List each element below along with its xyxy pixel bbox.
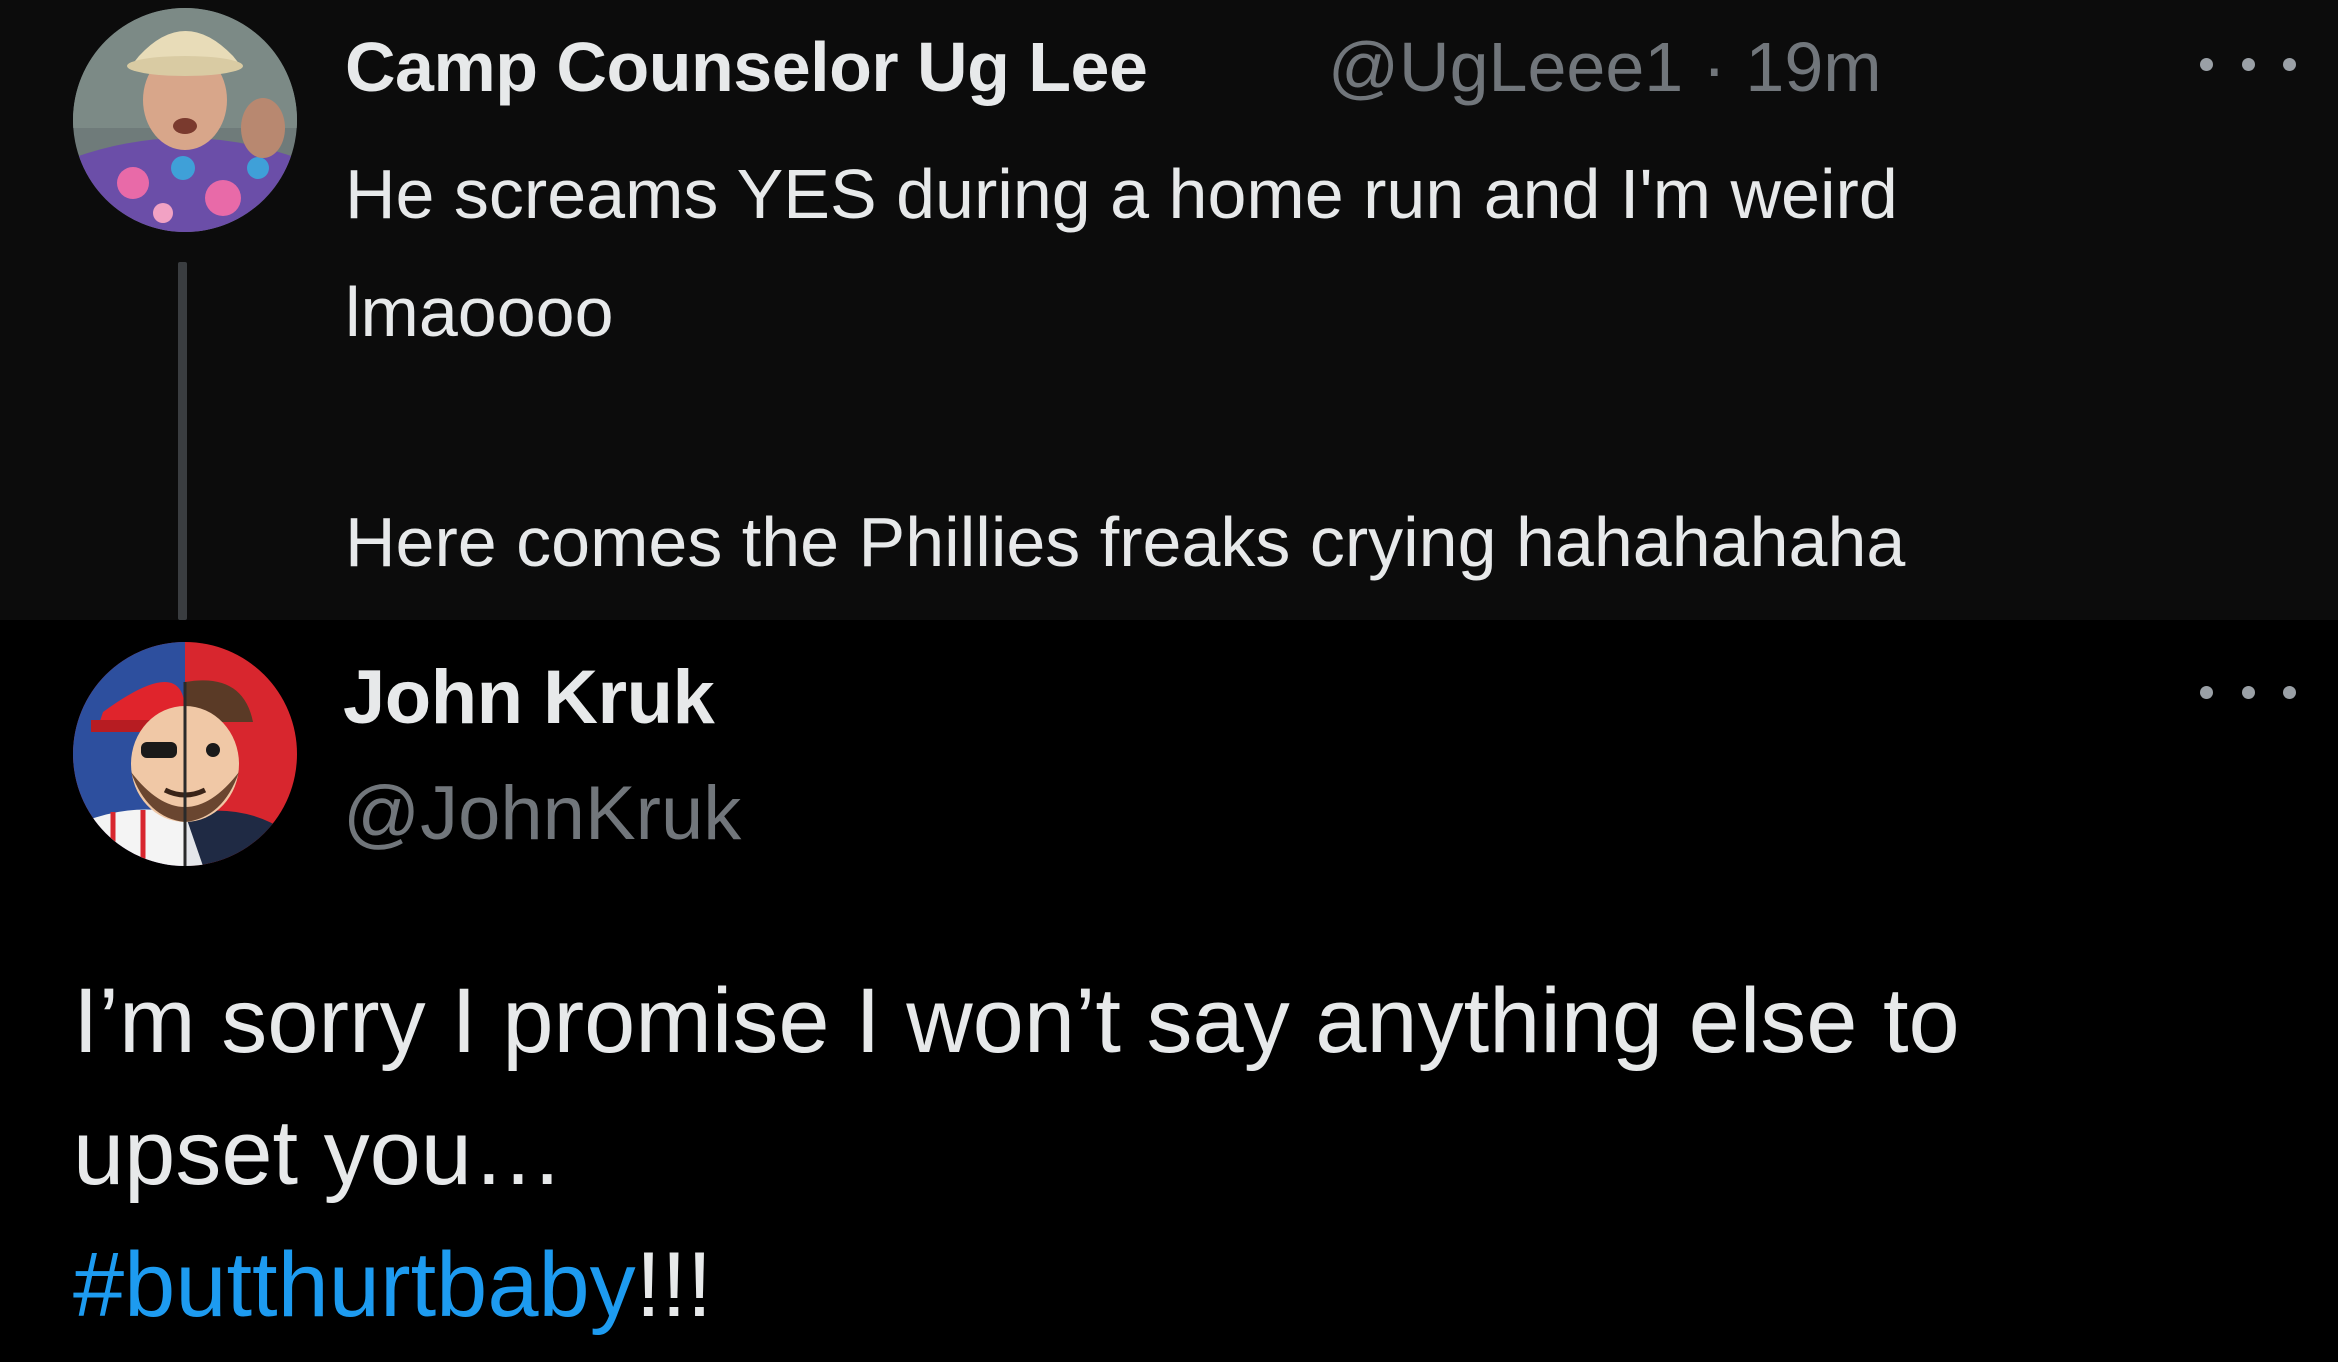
- parent-tweet-time[interactable]: 19m: [1745, 28, 1881, 106]
- hashtag-suffix: !!!: [635, 1234, 713, 1336]
- parent-author-meta: @UgLeee1 · 19m: [1328, 20, 1882, 114]
- more-options-icon: [2241, 685, 2255, 699]
- parent-tweet-text-line: Here comes the Phillies freaks crying ha…: [345, 503, 1906, 581]
- parent-tweet-text-line: lmaoooo: [345, 273, 614, 351]
- parent-tweet-text-line: He screams YES during a home run and I'm…: [345, 155, 1898, 233]
- parent-more-button[interactable]: [2200, 44, 2296, 84]
- ug-lee-avatar[interactable]: [73, 8, 297, 232]
- main-tweet-text-line: upset you…: [73, 1102, 564, 1204]
- main-author-name[interactable]: John Kruk: [343, 652, 715, 744]
- user-avatar-photo-icon: [73, 8, 297, 232]
- more-options-icon: [2200, 685, 2213, 699]
- main-more-button[interactable]: [2200, 672, 2296, 712]
- hashtag-link[interactable]: #butthurtbaby: [73, 1234, 636, 1336]
- main-tweet-text-line: #butthurtbaby!!!: [73, 1230, 712, 1340]
- parent-tweet[interactable]: Camp Counselor Ug Lee @UgLeee1 · 19m He …: [0, 0, 2338, 620]
- user-avatar-illustration-icon: [73, 642, 297, 866]
- parent-author-handle[interactable]: @UgLeee1: [1328, 28, 1683, 106]
- thread-connector-line: [178, 262, 187, 620]
- meta-separator: ·: [1702, 28, 1726, 106]
- main-tweet-text-line: I’m sorry I promise I won’t say anything…: [73, 970, 1960, 1072]
- john-kruk-avatar[interactable]: [73, 642, 297, 866]
- more-options-icon: [2200, 57, 2213, 71]
- more-options-icon: [2283, 57, 2296, 71]
- more-options-icon: [2241, 57, 2255, 71]
- main-author-handle[interactable]: @JohnKruk: [343, 768, 741, 860]
- more-options-icon: [2283, 685, 2296, 699]
- parent-author-name[interactable]: Camp Counselor Ug Lee: [345, 20, 1148, 114]
